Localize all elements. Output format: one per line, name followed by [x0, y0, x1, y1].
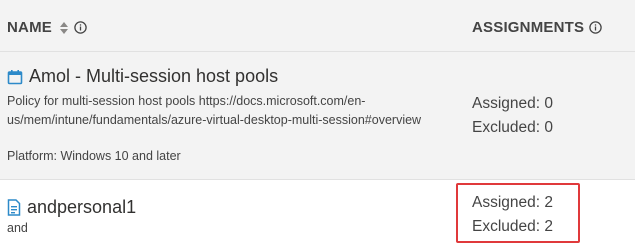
- sort-updown-icon[interactable]: [59, 21, 69, 35]
- table-header: NAME ASSIGNMENTS: [0, 0, 635, 52]
- policy-title: andpersonal1: [27, 197, 137, 217]
- document-icon: [7, 199, 21, 216]
- highlight-annotation-box: [456, 183, 580, 243]
- policy-table: NAME ASSIGNMENTS Amol - Multi-session ho…: [0, 0, 635, 252]
- column-header-name-label: NAME: [7, 19, 52, 36]
- policy-description: Policy for multi-session host pools http…: [7, 94, 422, 127]
- column-header-assignments[interactable]: ASSIGNMENTS: [472, 19, 602, 36]
- info-icon[interactable]: [74, 21, 87, 34]
- table-row[interactable]: Amol - Multi-session host pools Policy f…: [0, 52, 635, 180]
- info-icon[interactable]: [589, 21, 602, 34]
- policy-description: and: [7, 221, 28, 235]
- excluded-count: Excluded: 0: [472, 119, 553, 136]
- policy-platform: Platform: Windows 10 and later: [7, 149, 181, 163]
- policy-title-link[interactable]: andpersonal1: [7, 197, 136, 218]
- assigned-count: Assigned: 0: [472, 95, 553, 112]
- column-header-name[interactable]: NAME: [7, 19, 87, 36]
- assignment-counts: Assigned: 0 Excluded: 0: [472, 92, 553, 140]
- calendar-icon: [7, 69, 23, 85]
- policy-title: Amol - Multi-session host pools: [29, 66, 279, 86]
- column-header-assignments-label: ASSIGNMENTS: [472, 19, 585, 36]
- policy-title-link[interactable]: Amol - Multi-session host pools: [7, 66, 278, 87]
